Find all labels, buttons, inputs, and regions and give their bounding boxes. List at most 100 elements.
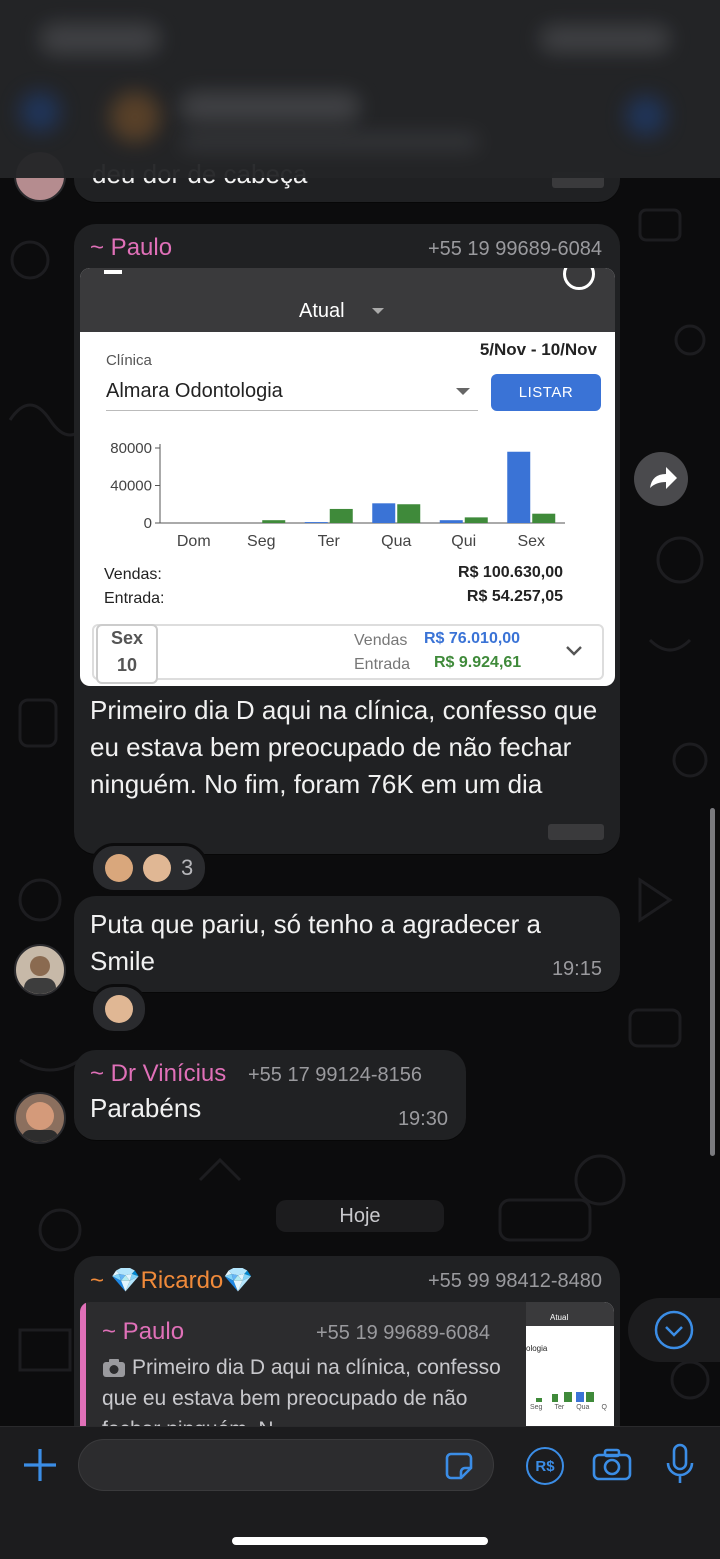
- vendas-value: R$ 100.630,00: [458, 564, 563, 581]
- thumb-days: Seg Ter Qua Q: [530, 1404, 614, 1411]
- message-bubble-reply[interactable]: Puta que pariu, só tenho a agradecer a S…: [74, 896, 620, 992]
- clapping-hands-icon: [105, 995, 133, 1023]
- sender-phone: +55 17 99124-8156: [248, 1064, 423, 1086]
- day-name: Sex: [110, 628, 144, 648]
- thumbs-up-icon: [105, 854, 133, 882]
- sender-phone: +55 19 99689-6084: [427, 238, 602, 260]
- clinic-label: Clínica: [106, 352, 152, 369]
- message-input[interactable]: [78, 1439, 494, 1491]
- forward-icon: [650, 467, 677, 489]
- list-button-label: LISTAR: [518, 384, 574, 401]
- message-time: 19:30: [397, 1108, 448, 1130]
- y-tick-label: 0: [144, 515, 152, 532]
- day-badge: Sex 10: [96, 624, 158, 684]
- day-vendas-value: R$ 76.010,00: [424, 630, 521, 647]
- thumb-day: Q: [601, 1404, 607, 1411]
- refresh-icon: [563, 268, 595, 290]
- chart-bar: [262, 520, 286, 523]
- attached-image[interactable]: Atual Clínica 5/Nov - 10/Nov Almara Odon…: [80, 268, 615, 686]
- sender-name[interactable]: ~ 💎Ricardo💎: [90, 1266, 253, 1295]
- group-members: [180, 132, 480, 152]
- scrollbar[interactable]: [710, 808, 715, 1156]
- chart-bar: [329, 508, 353, 523]
- pix-symbol: R$: [535, 1457, 555, 1475]
- sender-name[interactable]: ~ Paulo: [90, 234, 172, 262]
- thumb-bar: [552, 1394, 558, 1402]
- thumb-bar: [536, 1398, 542, 1402]
- blurred-status-time: [40, 24, 160, 54]
- plus-icon[interactable]: [22, 1447, 58, 1483]
- microphone-icon[interactable]: [664, 1443, 696, 1485]
- entrada-label: Entrada:: [104, 590, 165, 607]
- avatar-photo: [22, 1102, 58, 1142]
- sales-chart: 80000 40000 0 Dom Seg Ter Qua Qui Sex: [110, 440, 565, 550]
- y-tick-label: 40000: [110, 478, 152, 495]
- day-date: 10: [116, 655, 138, 675]
- avatar[interactable]: [14, 944, 66, 996]
- thumb-clinic: ologia: [526, 1344, 548, 1353]
- clapping-hands-icon: [143, 854, 171, 882]
- blurred-status-icons: [540, 26, 670, 52]
- thumb-bar: [576, 1392, 584, 1402]
- camera-icon[interactable]: [592, 1447, 632, 1481]
- thumb-bar: [586, 1392, 594, 1402]
- sender-name[interactable]: ~ Dr Vinícius: [90, 1060, 226, 1088]
- call-icon[interactable]: [626, 96, 666, 136]
- chevron-down-icon: [456, 388, 470, 395]
- back-icon[interactable]: [20, 92, 60, 132]
- header-backdrop: [0, 0, 720, 178]
- quote-phone: +55 19 99689-6084: [316, 1322, 491, 1344]
- reactions[interactable]: 3: [90, 843, 209, 893]
- day-card: Sex 10 Vendas R$ 76.010,00 Entrada R$ 9.…: [92, 624, 604, 684]
- date-range: 5/Nov - 10/Nov: [479, 340, 597, 359]
- chart-bar: [507, 451, 531, 523]
- group-name[interactable]: [180, 92, 360, 122]
- x-tick-label: Seg: [247, 533, 275, 550]
- period-selector: Atual: [299, 300, 345, 322]
- chart-bar: [464, 517, 488, 523]
- scroll-down-button[interactable]: [628, 1298, 720, 1362]
- entrada-value: R$ 54.257,05: [466, 588, 563, 605]
- select-underline: [106, 410, 478, 411]
- composer-bar: R$: [0, 1426, 720, 1559]
- chart-bar: [372, 503, 396, 523]
- date-separator-label: Hoje: [339, 1204, 381, 1227]
- message-time: 19:15: [551, 958, 602, 980]
- message-bubble-vinicius[interactable]: ~ Dr Vinícius +55 17 99124-8156 Parabéns…: [74, 1050, 466, 1140]
- pix-icon[interactable]: R$: [526, 1447, 564, 1485]
- blurred-time: [548, 824, 604, 840]
- date-separator: Hoje: [276, 1200, 444, 1232]
- chart-bar: [532, 513, 556, 523]
- avatar-photo: [24, 956, 56, 994]
- reactions[interactable]: [90, 984, 148, 1034]
- sticker-icon[interactable]: [443, 1450, 475, 1482]
- chart-bar: [304, 522, 328, 523]
- menu-icon: [104, 270, 122, 274]
- group-avatar[interactable]: [110, 92, 160, 142]
- chart-bar: [439, 520, 463, 523]
- thumb-atual: Atual: [550, 1313, 569, 1322]
- avatar[interactable]: [14, 1092, 66, 1144]
- x-tick-label: Sex: [517, 533, 545, 550]
- thumb-day: Seg: [530, 1404, 543, 1411]
- forward-button[interactable]: [634, 452, 688, 506]
- clinic-select: Almara Odontologia: [106, 380, 283, 402]
- x-tick-label: Qua: [381, 533, 411, 550]
- thumb-day: Ter: [554, 1404, 565, 1411]
- y-tick-label: 80000: [110, 440, 152, 457]
- vendas-label: Vendas:: [104, 566, 162, 583]
- reaction-count: 3: [181, 855, 194, 880]
- message-text: Parabéns: [90, 1093, 202, 1123]
- day-vendas-label: Vendas: [354, 632, 408, 649]
- home-indicator[interactable]: [232, 1537, 488, 1545]
- thumb-day: Qua: [576, 1404, 590, 1411]
- chevron-down-circle-icon: [654, 1310, 694, 1350]
- app-top-bar: Atual: [80, 268, 615, 332]
- x-tick-label: Qui: [451, 533, 476, 550]
- sender-phone: +55 99 98412-8480: [427, 1270, 602, 1292]
- day-entrada-value: R$ 9.924,61: [434, 654, 522, 671]
- chevron-down-icon: [372, 308, 384, 314]
- chevron-down-icon: [566, 646, 582, 656]
- list-button: LISTAR: [491, 374, 601, 411]
- thumb-bar: [564, 1392, 572, 1402]
